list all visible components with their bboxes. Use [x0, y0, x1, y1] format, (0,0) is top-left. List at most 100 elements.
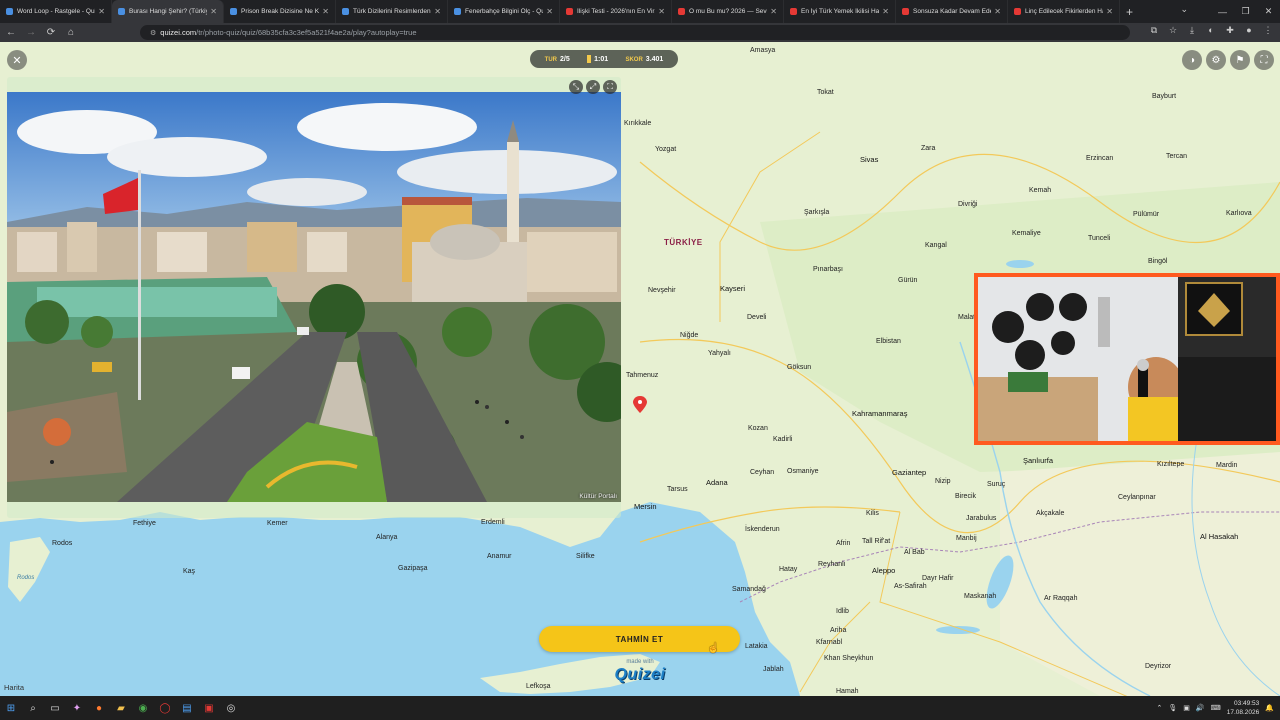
map-city-label: Karlıova: [1226, 210, 1252, 217]
install-app-icon[interactable]: ⧉: [1148, 25, 1160, 36]
forward-icon[interactable]: →: [22, 27, 40, 38]
map-city-label: Bingöl: [1148, 258, 1168, 265]
notepad-icon[interactable]: ▤: [176, 697, 198, 719]
tab-label: Linç Edilecek Fikirlerden Hangisi: [1025, 8, 1103, 15]
os-taskbar: ⊞ ⌕ ▭ ✦ ● ▰ ◉ ◯ ▤ ▣ ◎ ⌃ 🎙 ▣ 🔊 ⌨ 03:49:53…: [0, 696, 1280, 720]
timer: 1:01: [587, 55, 608, 63]
browser-tab[interactable]: En İyi Türk Yemek İkilisi Hangisi✕: [784, 0, 896, 23]
map-city-label: Gürün: [898, 277, 918, 284]
obs-icon[interactable]: ◎: [220, 697, 242, 719]
map-city-label: Yozgat: [655, 146, 677, 153]
map-city-label: Kaş: [183, 568, 196, 575]
map-city-label: Divriği: [958, 201, 978, 208]
map-city-label: Gaziantep: [892, 468, 927, 477]
extension-icon[interactable]: ◐: [1205, 25, 1217, 36]
map-city-label: Kahramanmaraş: [852, 409, 908, 418]
menu-icon[interactable]: ⋮: [1262, 25, 1274, 36]
quizei-logo[interactable]: Quizei: [607, 666, 673, 684]
map-city-label: Al Bab: [904, 549, 925, 556]
map-city-label: Kilis: [866, 510, 879, 517]
tab-label: Fenerbahçe Bilgini Ölç - Quizei: [465, 8, 543, 15]
puzzle-icon[interactable]: ✚: [1224, 25, 1236, 36]
photo-fullscreen-icon[interactable]: ⛶: [603, 80, 617, 94]
maximize-icon[interactable]: ❐: [1234, 6, 1257, 17]
file-explorer-icon[interactable]: ▰: [110, 697, 132, 719]
map-city-label: Deyrizor: [1145, 663, 1172, 670]
browser-tab[interactable]: Türk Dizilerini Resimlerden Tahmin✕: [336, 0, 448, 23]
browser-tab[interactable]: O mu Bu mu? 2026 — Sevgilini✕: [672, 0, 784, 23]
opera-icon[interactable]: ◯: [154, 697, 176, 719]
theme-toggle-icon[interactable]: ◑: [1182, 50, 1202, 70]
map-city-label: Maskanah: [964, 593, 997, 600]
site-info-icon[interactable]: ⚙: [150, 29, 156, 37]
report-flag-icon[interactable]: ⚑: [1230, 50, 1250, 70]
chrome-icon[interactable]: ◉: [132, 697, 154, 719]
start-icon[interactable]: ⊞: [0, 697, 22, 719]
tab-favicon-icon: [454, 8, 461, 15]
close-quiz-button[interactable]: ✕: [7, 50, 27, 70]
map-city-label: Khan Sheykhun: [824, 655, 874, 662]
window-close-icon[interactable]: ✕: [1257, 6, 1280, 17]
browser-tab[interactable]: Burası Hangi Şehir? (Türkiye) - Q✕: [112, 0, 224, 23]
map-city-label: Samandağ: [732, 586, 766, 593]
map-city-label: Bayburt: [1152, 93, 1177, 100]
network-icon[interactable]: ▣: [1183, 704, 1190, 712]
reload-icon[interactable]: ⟳: [42, 27, 60, 38]
task-view-icon[interactable]: ▭: [44, 697, 66, 719]
map-city-label: Suruç: [987, 481, 1006, 488]
tab-close-icon[interactable]: ✕: [1106, 7, 1113, 16]
tab-close-icon[interactable]: ✕: [770, 7, 777, 16]
map-city-label: Al Hasakah: [1200, 532, 1239, 541]
minimize-icon[interactable]: —: [1211, 7, 1234, 17]
recording-app-icon[interactable]: ▣: [198, 697, 220, 719]
browser-tab[interactable]: Word Loop - Rastgele - Quizei✕: [0, 0, 112, 23]
volume-icon[interactable]: 🔊: [1196, 704, 1205, 712]
tab-close-icon[interactable]: ✕: [210, 7, 217, 16]
bookmark-star-icon[interactable]: ☆: [1167, 25, 1179, 36]
settings-icon[interactable]: ⚙: [1206, 50, 1226, 70]
map-city-label: Tarsus: [667, 486, 688, 493]
map-attribution: Harita: [4, 683, 25, 692]
browser-tab[interactable]: Prison Break Dizisine Ne Kadar✕: [224, 0, 336, 23]
tab-close-icon[interactable]: ✕: [658, 7, 665, 16]
map-city-label: Tahmenuz: [626, 372, 659, 379]
browser-tab[interactable]: Fenerbahçe Bilgini Ölç - Quizei✕: [448, 0, 560, 23]
map-city-label: Kangal: [925, 242, 947, 249]
keyboard-icon[interactable]: ⌨: [1211, 704, 1221, 712]
tab-close-icon[interactable]: ✕: [546, 7, 553, 16]
url-field[interactable]: ⚙ quizei.com /tr/photo-quiz/quiz/68b35cf…: [140, 25, 1130, 40]
new-tab-button[interactable]: +: [1126, 5, 1133, 19]
clock[interactable]: 03:49:53 17.08.2026: [1227, 699, 1260, 717]
map-city-label: Mersin: [634, 502, 657, 511]
expand-icon[interactable]: ⤢: [586, 80, 600, 94]
home-icon[interactable]: ⌂: [62, 27, 80, 38]
browser-tab[interactable]: Sonsuza Kadar Devam Edecek İk✕: [896, 0, 1008, 23]
firefox-icon[interactable]: ●: [88, 697, 110, 719]
tray-chevron-icon[interactable]: ⌃: [1157, 704, 1163, 712]
back-icon[interactable]: ←: [2, 27, 20, 38]
fullscreen-icon[interactable]: ⛶: [1254, 50, 1274, 70]
copilot-icon[interactable]: ✦: [66, 697, 88, 719]
tab-close-icon[interactable]: ✕: [882, 7, 889, 16]
tab-close-icon[interactable]: ✕: [322, 7, 329, 16]
download-icon[interactable]: ⤓: [1186, 25, 1198, 36]
microphone-icon[interactable]: 🎙: [1168, 704, 1177, 712]
tab-favicon-icon: [118, 8, 125, 15]
tab-label: Burası Hangi Şehir? (Türkiye) - Q: [129, 8, 207, 15]
tab-search-icon[interactable]: ⌄: [1180, 4, 1188, 15]
search-icon[interactable]: ⌕: [22, 697, 44, 719]
url-path: /tr/photo-quiz/quiz/68b35cfa3c3ef5a521f4…: [196, 28, 417, 37]
profile-icon[interactable]: ●: [1243, 25, 1255, 36]
tab-close-icon[interactable]: ✕: [994, 7, 1001, 16]
map-sea-label: Rodos: [17, 575, 35, 581]
made-with-text: made with: [626, 659, 654, 665]
tab-close-icon[interactable]: ✕: [434, 7, 441, 16]
browser-tab[interactable]: İlişki Testi - 2026'nın En Viral Te✕: [560, 0, 672, 23]
shrink-icon[interactable]: ⤡: [569, 80, 583, 94]
map-city-label: Ceyhan: [750, 469, 775, 476]
tab-close-icon[interactable]: ✕: [98, 7, 105, 16]
map-city-label: Aleppo: [872, 566, 896, 575]
notification-icon[interactable]: 🔔: [1265, 704, 1274, 712]
mouse-cursor-icon: ☝: [707, 643, 720, 654]
browser-tab[interactable]: Linç Edilecek Fikirlerden Hangisi✕: [1008, 0, 1120, 23]
